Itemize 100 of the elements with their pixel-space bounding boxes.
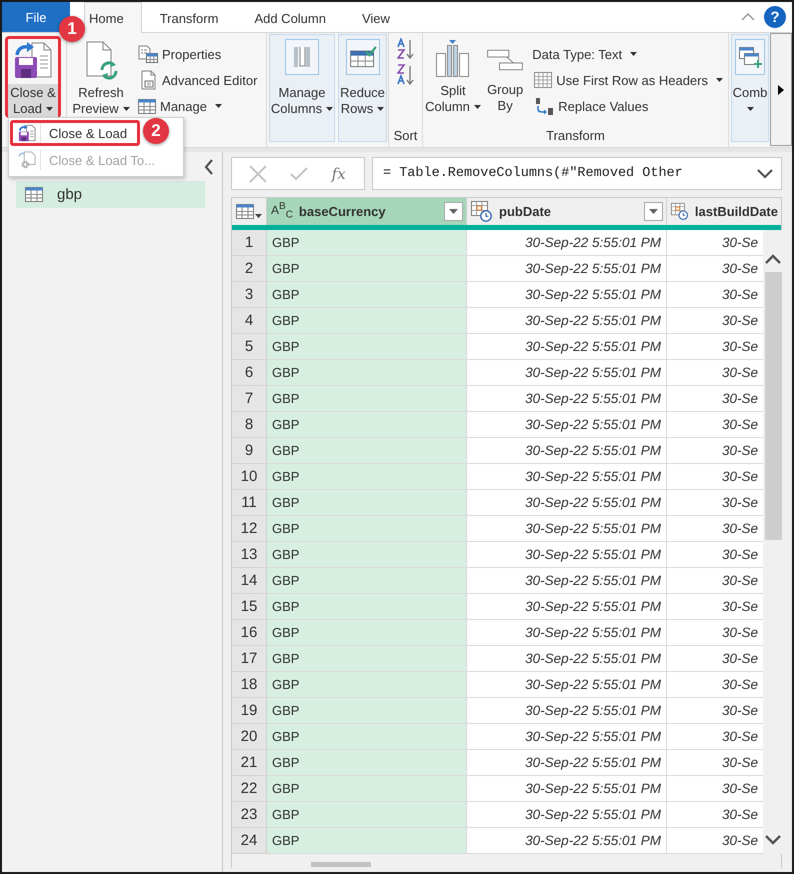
properties-button[interactable]: Properties — [135, 41, 260, 67]
sort-ascending-icon[interactable] — [397, 38, 415, 60]
table-cell: GBP — [267, 308, 467, 334]
table-cell: 30-Sep-22 5:55:01 PM — [467, 438, 667, 464]
row-number: 1 — [232, 230, 267, 256]
column-name: pubDate — [499, 204, 552, 219]
table-cell: GBP — [267, 334, 467, 360]
caret-icon — [716, 78, 723, 82]
table-cell: 30-Sep-22 5:55:01 PM — [467, 386, 667, 412]
row-number: 5 — [232, 334, 267, 360]
table-cell: GBP — [267, 386, 467, 412]
table-cell: GBP — [267, 620, 467, 646]
row-number: 20 — [232, 724, 267, 750]
table-menu-button[interactable] — [232, 198, 267, 225]
table-check-icon — [348, 46, 376, 68]
calendar-clock-icon[interactable] — [671, 201, 689, 222]
table-cell: 30-Sep-22 5:55:01 PM — [467, 672, 667, 698]
advanced-editor-button[interactable]: Advanced Editor — [135, 67, 260, 93]
column-header[interactable]: A$^{B}$$_{C}$ baseCurrency — [267, 198, 467, 225]
row-number: 18 — [232, 672, 267, 698]
chevron-down-icon[interactable] — [765, 835, 781, 845]
column-header[interactable]: lastBuildDate — [667, 198, 781, 225]
insert-function-button[interactable]: fx — [330, 164, 348, 182]
group-icon — [486, 49, 524, 71]
replace-values-button[interactable]: Replace Values — [531, 93, 726, 119]
row-number: 19 — [232, 698, 267, 724]
menu-item[interactable]: Close & Load — [10, 120, 140, 146]
sort-descending-icon[interactable] — [397, 64, 415, 86]
file-menu-tab[interactable]: File — [2, 2, 70, 32]
table-cell: GBP — [267, 672, 467, 698]
column-name: lastBuildDate — [694, 204, 778, 219]
table-cell: 30-Sep-22 5:55:01 PM — [467, 542, 667, 568]
combine-button[interactable]: Comb — [731, 34, 769, 142]
table-cell: GBP — [267, 516, 467, 542]
scrollbar-thumb[interactable] — [764, 272, 782, 540]
ribbon-tab[interactable]: Home — [84, 2, 142, 33]
table-icon — [534, 72, 552, 88]
column-header[interactable]: pubDate — [467, 198, 667, 225]
replace-icon — [534, 97, 554, 115]
row-number: 22 — [232, 776, 267, 802]
group-by-button[interactable]: Group By — [481, 36, 530, 118]
row-number: 4 — [232, 308, 267, 334]
calendar-clock-icon[interactable] — [471, 201, 493, 222]
reduce-rows-button[interactable]: Reduce Rows — [338, 34, 387, 142]
filter-dropdown-button[interactable] — [644, 202, 663, 221]
caret-icon — [255, 214, 262, 218]
ribbon-tab[interactable]: Add Column — [236, 2, 344, 33]
table-plus-icon — [738, 46, 762, 68]
table-cell: 30-Sep-22 5:55:01 PM — [467, 802, 667, 828]
ribbon-tab[interactable]: Transform — [142, 2, 236, 33]
table-cell: GBP — [267, 490, 467, 516]
table-cell: GBP — [267, 828, 467, 854]
check-icon[interactable] — [288, 166, 309, 182]
row-number: 13 — [232, 542, 267, 568]
caret-icon — [474, 105, 481, 109]
table-cell: 30-Sep-22 5:55:01 PM — [467, 698, 667, 724]
table-cell: 30-Sep-22 5:55:01 PM — [467, 230, 667, 256]
document-gear-icon — [18, 151, 36, 169]
caret-icon — [46, 107, 53, 111]
ribbon-tab[interactable]: View — [344, 2, 408, 33]
table-cell: GBP — [267, 256, 467, 282]
row-number: 16 — [232, 620, 267, 646]
table-cell: 30-Sep-22 5:55:01 PM — [467, 828, 667, 854]
row-number: 6 — [232, 360, 267, 386]
caret-icon — [122, 107, 130, 111]
data-type-dropdown[interactable]: Data Type: Text — [531, 41, 726, 67]
table-cell: GBP — [267, 282, 467, 308]
table-cell: 30-Sep-22 5:55:01 PM — [467, 490, 667, 516]
table-cell: 30-Sep-22 5:55:01 PM — [467, 360, 667, 386]
chevron-up-icon[interactable] — [741, 13, 755, 21]
table-cell: 30-Sep-22 5:55:01 PM — [467, 334, 667, 360]
table-cell: 30-Sep-22 5:55:01 PM — [467, 256, 667, 282]
table-cell: 30-Sep-22 5:55:01 PM — [467, 594, 667, 620]
chevron-down-icon[interactable] — [757, 168, 773, 178]
columns-icon — [291, 45, 313, 69]
caret-icon — [326, 107, 334, 111]
chevron-up-icon[interactable] — [765, 254, 781, 264]
query-item[interactable]: gbp — [16, 181, 205, 208]
use-first-row-button[interactable]: Use First Row as Headers — [531, 67, 726, 93]
scrollbar-thumb[interactable] — [311, 862, 371, 867]
caret-icon — [449, 209, 458, 214]
table-icon — [138, 98, 156, 114]
table-cell: 30-Sep-22 5:55:01 PM — [467, 412, 667, 438]
caret-icon — [649, 209, 658, 214]
row-number: 14 — [232, 568, 267, 594]
caret-icon — [746, 107, 754, 111]
close-and-load-button[interactable]: Close & Load — [5, 36, 61, 118]
chevron-left-icon[interactable] — [204, 158, 214, 174]
row-number: 15 — [232, 594, 267, 620]
split-column-button[interactable]: Split Column — [425, 36, 481, 118]
table-cell: GBP — [267, 646, 467, 672]
formula-field[interactable]: = Table.RemoveColumns(#"Removed Other — [372, 157, 782, 190]
table-cell: 30-Sep-22 5:55:01 PM — [467, 724, 667, 750]
manage-columns-button[interactable]: Manage Columns — [269, 34, 335, 142]
help-button[interactable]: ? — [764, 6, 786, 28]
row-number: 3 — [232, 282, 267, 308]
filter-dropdown-button[interactable] — [444, 202, 463, 221]
table-cell: 30-Sep-22 5:55:01 PM — [467, 620, 667, 646]
table-cell: GBP — [267, 802, 467, 828]
table-cell: GBP — [267, 360, 467, 386]
